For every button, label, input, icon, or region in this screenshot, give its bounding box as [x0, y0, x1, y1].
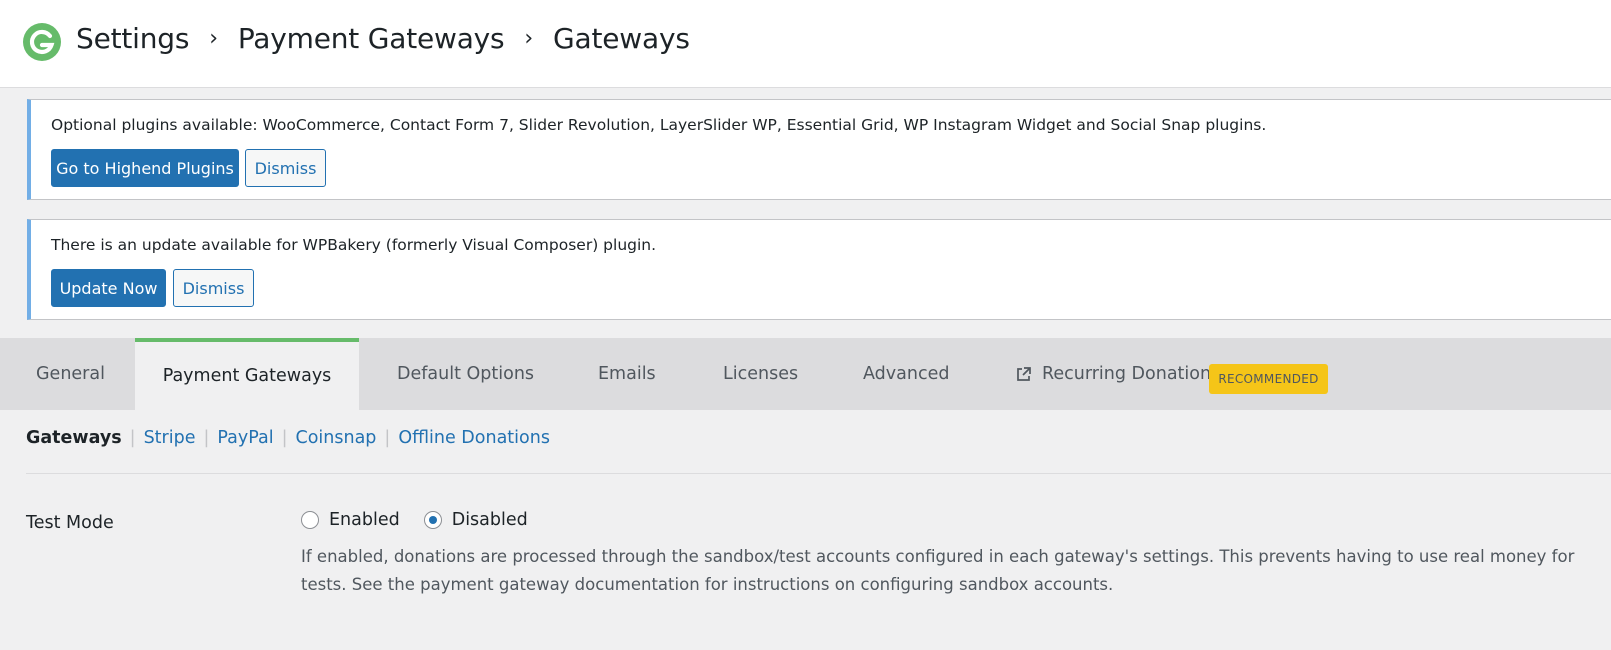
divider [26, 473, 1611, 474]
subnav-gateways: Gateways [26, 428, 122, 448]
subnav-paypal[interactable]: PayPal [217, 428, 273, 448]
update-now-button[interactable]: Update Now [51, 269, 166, 307]
tab-default-options[interactable]: Default Options [397, 338, 534, 410]
test-mode-label: Test Mode [26, 513, 114, 533]
subnav-offline-donations[interactable]: Offline Donations [398, 428, 550, 448]
test-mode-enabled-label[interactable]: Enabled [329, 510, 400, 530]
notice-text: Optional plugins available: WooCommerce,… [51, 116, 1267, 134]
external-link-icon [1017, 366, 1031, 381]
subnav-separator: | [281, 428, 288, 448]
dismiss-button[interactable]: Dismiss [245, 149, 326, 187]
subnav-stripe[interactable]: Stripe [144, 428, 196, 448]
update-notice: There is an update available for WPBaker… [27, 219, 1611, 320]
subnav-separator: | [129, 428, 136, 448]
tab-advanced[interactable]: Advanced [863, 338, 949, 410]
subnav-separator: | [203, 428, 210, 448]
tab-licenses[interactable]: Licenses [723, 338, 798, 410]
breadcrumb-payment-gateways[interactable]: Payment Gateways [238, 22, 505, 55]
plugins-notice: Optional plugins available: WooCommerce,… [27, 99, 1611, 200]
settings-tabs: General Payment Gateways Default Options… [0, 338, 1611, 410]
go-to-highend-plugins-button[interactable]: Go to Highend Plugins [51, 149, 239, 187]
tab-general[interactable]: General [36, 338, 105, 410]
givewp-logo-icon [23, 23, 61, 61]
chevron-right-icon: › [524, 26, 534, 51]
breadcrumb: Settings › Payment Gateways › Gateways [76, 22, 690, 55]
test-mode-disabled-label[interactable]: Disabled [452, 510, 528, 530]
test-mode-enabled-radio[interactable] [301, 511, 319, 529]
gateway-subnav: Gateways | Stripe | PayPal | Coinsnap | … [26, 428, 550, 448]
test-mode-disabled-radio[interactable] [423, 511, 442, 529]
subnav-separator: | [384, 428, 391, 448]
notice-text: There is an update available for WPBaker… [51, 236, 657, 254]
dismiss-button[interactable]: Dismiss [173, 269, 254, 307]
tab-recurring-donations-label: Recurring Donations [1042, 364, 1221, 384]
recommended-badge: RECOMMENDED [1209, 364, 1328, 394]
tab-payment-gateways[interactable]: Payment Gateways [135, 338, 359, 410]
tab-emails[interactable]: Emails [598, 338, 656, 410]
chevron-right-icon: › [209, 26, 218, 51]
tab-recurring-donations[interactable]: Recurring Donations [1015, 338, 1220, 410]
breadcrumb-gateways: Gateways [553, 22, 690, 55]
subnav-coinsnap[interactable]: Coinsnap [296, 428, 377, 448]
test-mode-radio-group: Enabled Disabled [301, 510, 552, 530]
test-mode-description: If enabled, donations are processed thro… [301, 547, 1575, 594]
page-header: Settings › Payment Gateways › Gateways [0, 0, 1611, 88]
breadcrumb-settings[interactable]: Settings [76, 22, 189, 55]
